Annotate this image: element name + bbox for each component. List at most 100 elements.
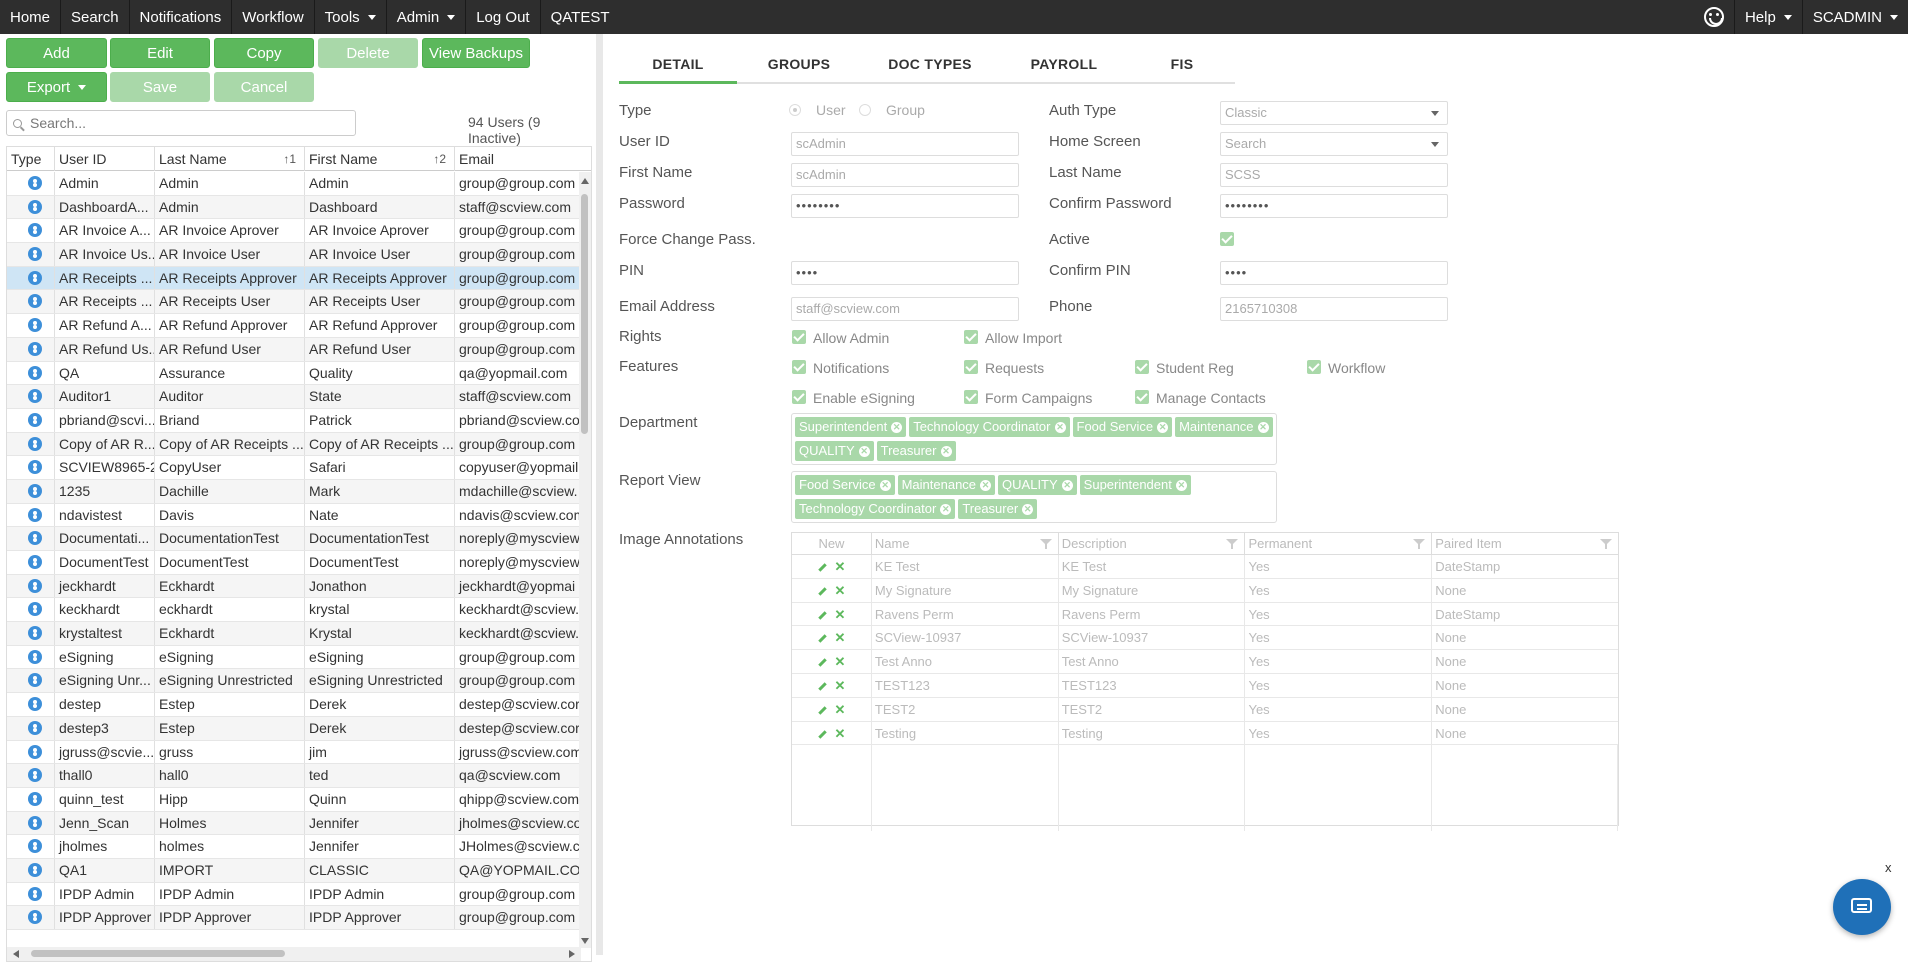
nav-tools[interactable]: Tools — [315, 0, 387, 34]
remove-tag-icon[interactable]: ✕ — [1175, 479, 1187, 491]
remove-tag-icon[interactable]: ✕ — [1022, 503, 1034, 515]
enable-esigning-checkbox[interactable] — [792, 390, 806, 404]
nav-logout[interactable]: Log Out — [466, 0, 541, 34]
nav-workflow[interactable]: Workflow — [232, 0, 315, 34]
scrollbar-thumb[interactable] — [581, 194, 588, 434]
email-field[interactable]: staff@scview.com — [791, 297, 1019, 321]
form-campaigns-checkbox[interactable] — [964, 390, 978, 404]
delete-x-icon[interactable]: ✕ — [835, 654, 846, 669]
tab-fis[interactable]: FIS — [1129, 48, 1235, 84]
delete-x-icon[interactable]: ✕ — [835, 702, 846, 717]
table-row[interactable]: IPDP Approver IPDP Approver IPDP Approver g… — [7, 906, 581, 930]
remove-tag-icon[interactable]: ✕ — [1157, 421, 1169, 433]
pin-field[interactable]: •••• — [791, 261, 1019, 285]
add-button[interactable]: Add — [6, 38, 107, 68]
remove-tag-icon[interactable]: ✕ — [1061, 479, 1073, 491]
delete-x-icon[interactable]: ✕ — [835, 678, 846, 693]
filter-icon[interactable] — [1039, 539, 1052, 549]
table-row[interactable]: jholmes holmes Jennifer JHolmes@scview.co — [7, 835, 581, 859]
filter-icon[interactable] — [1413, 539, 1426, 549]
confirm-pin-field[interactable]: •••• — [1220, 261, 1448, 285]
annotation-row[interactable]: ✕ My Signature My Signature Yes None — [792, 578, 1618, 603]
feedback-button[interactable] — [1694, 0, 1735, 34]
requests-checkbox[interactable] — [964, 360, 978, 374]
edit-pencil-icon[interactable] — [817, 634, 827, 644]
last-name-field[interactable]: SCSS — [1220, 163, 1448, 187]
notifications-checkbox[interactable] — [792, 360, 806, 374]
allow-import-checkbox[interactable] — [964, 330, 978, 344]
type-group-radio[interactable] — [859, 104, 871, 116]
save-button[interactable]: Save — [110, 72, 210, 102]
edit-pencil-icon[interactable] — [817, 587, 827, 596]
edit-pencil-icon[interactable] — [817, 706, 827, 715]
manage-contacts-checkbox[interactable] — [1135, 390, 1149, 404]
delete-x-icon[interactable]: ✕ — [835, 607, 846, 622]
annotation-row[interactable]: ✕ KE Test KE Test Yes DateStamp — [792, 555, 1618, 579]
edit-pencil-icon[interactable] — [817, 682, 827, 691]
table-row[interactable]: QA Assurance Quality qa@yopmail.com — [7, 361, 581, 386]
table-row[interactable]: AR Receipts ... AR Receipts User AR Receip… — [7, 290, 581, 315]
col-description-header[interactable]: Description — [1059, 533, 1246, 554]
table-row[interactable]: jgruss@scvie... gruss jim jgruss@scview.com — [7, 740, 581, 765]
table-row[interactable]: SCVIEW8965-2 CopyUser Safari copyuser@yopma… — [7, 456, 581, 480]
annotation-row[interactable]: ✕ SCView-10937 SCView-10937 Yes None — [792, 626, 1618, 651]
department-multiselect[interactable]: Superintendent ✕ Technology Coordinator ✕ Fo… — [791, 413, 1277, 465]
filter-icon[interactable] — [1600, 539, 1613, 549]
filter-icon[interactable] — [1226, 539, 1239, 549]
annotation-row[interactable]: ✕ TEST2 TEST2 Yes None — [792, 697, 1618, 722]
table-row[interactable]: IPDP Admin IPDP Admin IPDP Admin group@grou… — [7, 882, 581, 907]
edit-pencil-icon[interactable] — [817, 610, 827, 620]
edit-button[interactable]: Edit — [110, 38, 210, 68]
chat-close-button[interactable]: x — [1885, 860, 1892, 875]
col-user-id-header[interactable]: User ID — [55, 147, 155, 171]
scroll-left-arrow-icon[interactable] — [13, 950, 19, 958]
table-row[interactable]: krystaltest Eckhardt Krystal keckhardt@scvi… — [7, 622, 581, 646]
table-row[interactable]: keckhardt eckhardt krystal keckhardt@scview… — [7, 598, 581, 623]
table-row[interactable]: Copy of AR R... Copy of AR Receipts ... Co… — [7, 432, 581, 457]
table-row[interactable]: Admin Admin Admin group@group.com — [7, 172, 581, 196]
tab-groups[interactable]: GROUPS — [737, 48, 861, 84]
edit-pencil-icon[interactable] — [817, 563, 827, 572]
col-email-header[interactable]: Email — [455, 147, 581, 171]
table-row[interactable]: 1235 Dachille Mark mdachille@scview. — [7, 479, 581, 504]
table-row[interactable]: Documentati... DocumentationTest Documenta… — [7, 527, 581, 551]
col-type-header[interactable]: Type — [7, 147, 55, 171]
table-row[interactable]: DashboardA... Admin Dashboard staff@scview.… — [7, 195, 581, 220]
nav-help[interactable]: Help — [1735, 0, 1803, 34]
phone-field[interactable]: 2165710308 — [1220, 297, 1448, 321]
annotation-row[interactable]: ✕ Testing Testing Yes None — [792, 721, 1618, 746]
table-row[interactable]: AR Refund Us... AR Refund User AR Refund U… — [7, 337, 581, 362]
delete-button[interactable]: Delete — [318, 38, 418, 68]
home-screen-select[interactable]: Search — [1220, 132, 1448, 156]
nav-search[interactable]: Search — [61, 0, 130, 34]
scroll-down-arrow-icon[interactable] — [581, 938, 589, 944]
active-checkbox[interactable] — [1220, 232, 1234, 246]
remove-tag-icon[interactable]: ✕ — [879, 479, 891, 491]
table-row[interactable]: DocumentTest DocumentTest DocumentTest nore… — [7, 551, 581, 575]
copy-button[interactable]: Copy — [214, 38, 314, 68]
user-id-field[interactable]: scAdmin — [791, 132, 1019, 156]
table-row[interactable]: AR Refund A... AR Refund Approver AR Refun… — [7, 314, 581, 338]
confirm-password-field[interactable]: •••••••• — [1220, 194, 1448, 218]
table-row[interactable]: jeckhardt Eckhardt Jonathon jeckhardt@yopma… — [7, 574, 581, 599]
annotation-row[interactable]: ✕ TEST123 TEST123 Yes None — [792, 673, 1618, 698]
delete-x-icon[interactable]: ✕ — [835, 630, 846, 645]
scroll-right-arrow-icon[interactable] — [569, 950, 575, 958]
col-name-header[interactable]: Name — [872, 533, 1059, 554]
col-paired-item-header[interactable]: Paired Item — [1432, 533, 1618, 554]
auth-type-select[interactable]: Classic — [1220, 101, 1448, 125]
table-row[interactable]: eSigning eSigning eSigning group@group.com — [7, 645, 581, 670]
table-row[interactable]: AR Receipts ... AR Receipts Approver AR Re… — [7, 266, 581, 291]
table-row[interactable]: eSigning Unr... eSigning Unrestricted eSig… — [7, 669, 581, 694]
tab-detail[interactable]: DETAIL — [619, 48, 737, 84]
edit-pencil-icon[interactable] — [817, 658, 827, 667]
table-row[interactable]: destep Estep Derek destep@scview.cor — [7, 693, 581, 717]
remove-tag-icon[interactable]: ✕ — [891, 421, 903, 433]
delete-x-icon[interactable]: ✕ — [835, 726, 846, 741]
panel-splitter[interactable] — [596, 34, 603, 955]
delete-x-icon[interactable]: ✕ — [835, 583, 846, 598]
nav-admin[interactable]: Admin — [387, 0, 467, 34]
remove-tag-icon[interactable]: ✕ — [980, 479, 992, 491]
nav-home[interactable]: Home — [0, 0, 62, 34]
type-user-radio[interactable] — [789, 104, 801, 116]
